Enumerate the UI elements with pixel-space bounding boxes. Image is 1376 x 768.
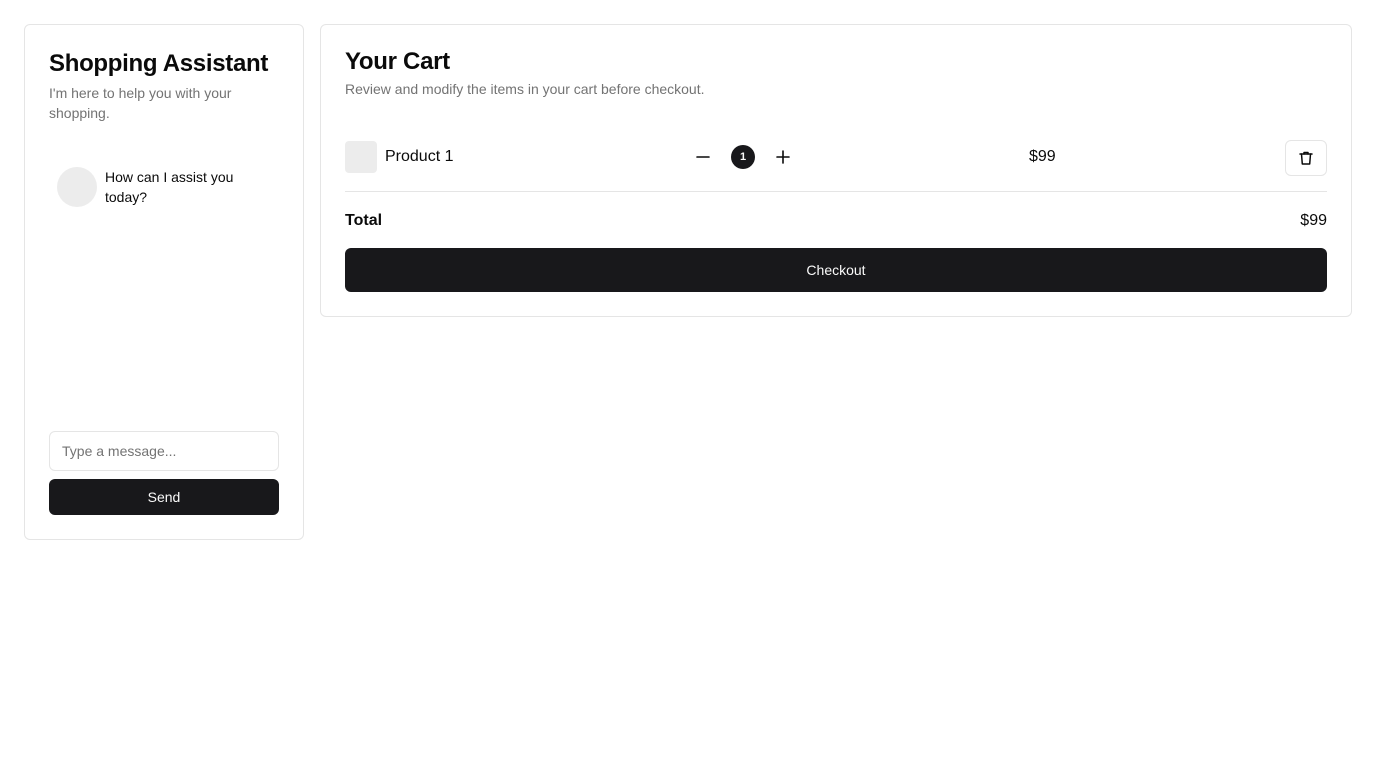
trash-icon xyxy=(1299,151,1313,165)
plus-icon xyxy=(776,150,790,164)
quantity-badge: 1 xyxy=(731,145,755,169)
assistant-message: How can I assist you today? xyxy=(57,167,255,207)
total-value: $99 xyxy=(1300,212,1327,229)
cart-subtitle: Review and modify the items in your cart… xyxy=(345,81,705,97)
send-button[interactable]: Send xyxy=(49,479,279,515)
product-thumbnail xyxy=(345,141,377,173)
checkout-button[interactable]: Checkout xyxy=(345,248,1327,292)
cart-panel: Your Cart Review and modify the items in… xyxy=(320,24,1352,317)
product-name: Product 1 xyxy=(385,148,454,165)
assistant-message-text: How can I assist you today? xyxy=(105,169,234,205)
product-price: $99 xyxy=(1029,148,1056,165)
decrease-quantity-button[interactable] xyxy=(687,141,719,173)
cart-item-row: Product 1 1 $99 xyxy=(345,140,1327,192)
total-label: Total xyxy=(345,212,383,229)
message-input[interactable] xyxy=(49,431,279,471)
remove-item-button[interactable] xyxy=(1285,140,1327,176)
cart-title: Your Cart xyxy=(345,48,450,75)
shopping-assistant-panel: Shopping Assistant I'm here to help you … xyxy=(24,24,304,540)
avatar xyxy=(57,167,97,207)
assistant-subtitle: I'm here to help you with your shopping. xyxy=(49,85,232,121)
assistant-title: Shopping Assistant xyxy=(49,50,269,77)
increase-quantity-button[interactable] xyxy=(767,141,799,173)
app-root: Shopping Assistant I'm here to help you … xyxy=(0,0,1376,768)
minus-icon xyxy=(696,156,710,158)
